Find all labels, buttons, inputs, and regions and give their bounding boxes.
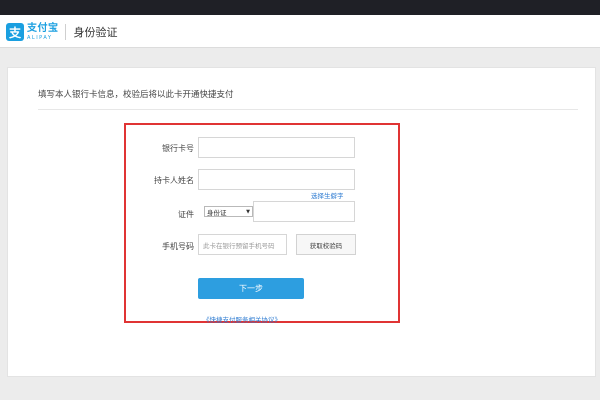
card-number-input[interactable] (198, 137, 355, 158)
phone-input[interactable]: 此卡在银行预留手机号码 (198, 234, 287, 255)
logo-cn: 支付宝 (27, 22, 59, 34)
phone-label: 手机号码 (162, 242, 194, 251)
get-code-button[interactable]: 获取校验码 (296, 234, 356, 255)
logo-text: 支付宝 ALIPAY (27, 22, 59, 41)
alipay-logo[interactable]: 支 支付宝 ALIPAY 身份验证 (6, 22, 118, 42)
id-type-value: 身份证 (207, 208, 227, 217)
phone-placeholder: 此卡在银行预留手机号码 (203, 241, 275, 250)
holder-name-label: 持卡人姓名 (154, 176, 194, 185)
id-number-input[interactable] (253, 201, 355, 222)
dropdown-arrow-icon: ▼ (246, 208, 250, 215)
choose-card-link[interactable]: 选择生僻字 (311, 190, 344, 200)
verification-card: 填写本人银行卡信息，校验后将以此卡开通快捷支付 银行卡号 持卡人姓名 选择生僻字… (7, 67, 596, 377)
agreement-link[interactable]: 《快捷支付服务相关协议》 (203, 314, 281, 324)
id-label: 证件 (178, 210, 194, 219)
logo-en: ALIPAY (27, 34, 53, 41)
alipay-icon: 支 (6, 23, 24, 41)
header-divider (64, 24, 66, 40)
holder-name-input[interactable] (198, 169, 355, 190)
site-header: 支 支付宝 ALIPAY 身份验证 (0, 15, 600, 48)
id-type-select[interactable]: 身份证 ▼ (204, 206, 253, 217)
card-number-label: 银行卡号 (162, 144, 194, 153)
browser-top-bar (0, 0, 600, 15)
next-button[interactable]: 下一步 (198, 278, 304, 299)
page-title: 身份验证 (73, 26, 118, 39)
intro-text: 填写本人银行卡信息，校验后将以此卡开通快捷支付 (38, 88, 578, 110)
